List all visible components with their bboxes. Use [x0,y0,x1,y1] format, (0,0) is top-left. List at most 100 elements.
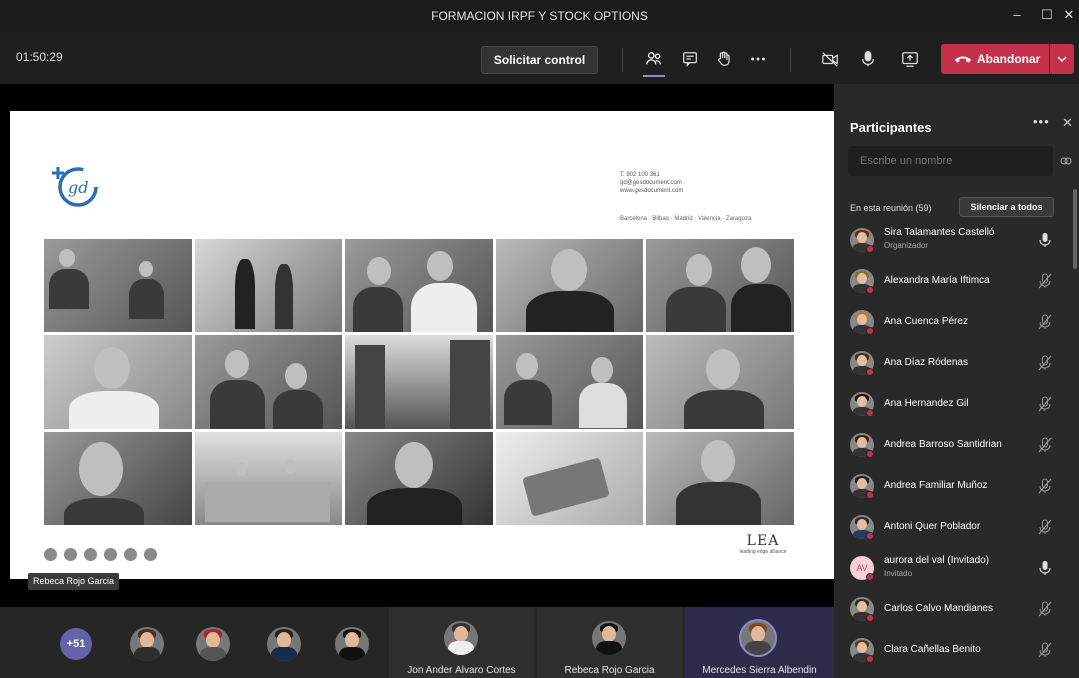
more-icon[interactable] [745,46,771,72]
office-photo [495,335,644,429]
active-tab-indicator [643,75,665,77]
avatar[interactable] [130,627,164,661]
avatar [739,619,777,657]
participant-name: Carlos Calvo Mandianes [884,603,993,614]
lea-logo: LEA leading edge alliance [728,533,798,569]
office-photo [495,431,644,525]
chevron-down-icon [1057,56,1067,62]
participant-search-input[interactable] [848,146,1053,176]
mic-muted-icon [1038,396,1052,412]
participant-row[interactable]: Antoni Quer Poblador [834,507,1079,548]
contact-phone: T. 902 100 361 [620,172,660,178]
participants-panel: Participantes ••• ✕ En esta reunión (59)… [834,84,1079,678]
mic-muted-icon [1038,601,1052,617]
participant-row[interactable]: Carlos Calvo Mandianes [834,589,1079,630]
shared-slide: gd T. 902 100 361 gd@gesdocument.com www… [10,111,834,579]
status-badge [866,286,874,294]
youtube-icon [144,548,157,561]
participant-strip: +51 Jon Ander Álvaro Cortes Rebeca Rojo … [0,607,834,678]
office-photo [646,239,794,333]
office-photo [345,431,493,525]
participant-tile[interactable]: Rebeca Rojo Garcia [537,607,682,678]
office-cities: Barcelona · Bilbao · Madrid · Valencia ·… [620,216,752,222]
participant-row[interactable]: Alexandra María Iftimca [834,261,1079,302]
participant-row[interactable]: Sira Talamantes Castelló Organizador [834,220,1079,261]
participant-row[interactable]: Andrea Familiar Muñoz [834,466,1079,507]
camera-off-icon[interactable] [817,46,843,72]
participant-row[interactable]: AV aurora del val (Invitado) Invitado [834,548,1079,589]
close-window-button[interactable]: ✕ [1060,4,1078,26]
panel-more-button[interactable]: ••• [1033,114,1050,129]
mute-all-button[interactable]: Silenciar a todos [959,197,1054,217]
leave-options-button[interactable] [1050,44,1074,74]
participant-name: Clara Cañellas Benito [884,644,981,655]
toolbar-divider [790,48,791,72]
participant-row[interactable]: Clara Cañellas Benito [834,630,1079,671]
window-title: FORMACION IRPF Y STOCK OPTIONS [431,9,648,23]
contact-email: gd@gesdocument.com [620,180,682,186]
mic-icon [1039,561,1051,575]
meeting-count-label[interactable]: En esta reunión (59) [850,203,932,213]
mic-muted-icon [1038,355,1052,371]
avatar [592,621,626,655]
participants-icon[interactable] [641,46,667,72]
participant-name: aurora del val (Invitado) [884,555,990,566]
mic-muted-icon [1038,642,1052,658]
mic-icon[interactable] [855,46,881,72]
status-badge [866,409,874,417]
mic-icon [1039,233,1051,247]
participant-row[interactable]: Ana Hernandez Gil [834,384,1079,425]
office-photo [345,239,493,333]
mic-muted-icon [1038,273,1052,289]
share-link-icon[interactable] [1060,155,1072,167]
minimize-button[interactable]: – [1004,4,1030,26]
mic-muted-icon [1038,478,1052,494]
chat-icon[interactable] [677,46,703,72]
office-photo [646,335,794,429]
hangup-icon [954,56,972,63]
participant-name: Andrea Barroso Santidrian [884,439,1002,450]
status-badge [866,450,874,458]
lea-tagline: leading edge alliance [739,549,787,555]
participant-name: Ana Cuenca Pérez [884,316,968,327]
maximize-button[interactable]: ☐ [1034,4,1060,26]
participant-row[interactable]: Ana Cuenca Pérez [834,302,1079,343]
googleplus-icon [104,548,117,561]
twitter-icon [64,548,77,561]
avatar[interactable] [196,627,230,661]
participant-name: Alexandra María Iftimca [884,275,990,286]
participant-row[interactable]: Ana Díaz Ródenas [834,343,1079,384]
tile-name: Jon Ander Álvaro Cortes [407,665,516,676]
title-bar: FORMACION IRPF Y STOCK OPTIONS – ☐ ✕ [0,0,1079,32]
status-badge [866,573,874,581]
participant-tile[interactable]: Mercedes Sierra Albendin [685,607,834,678]
office-photo [44,239,192,333]
request-control-button[interactable]: Solicitar control [481,46,598,74]
lea-mark: LEA [746,533,780,549]
avatar[interactable] [267,627,301,661]
participant-role: Organizador [884,241,929,250]
svg-text:gd: gd [68,178,88,197]
panel-close-button[interactable]: ✕ [1062,115,1073,131]
photo-grid [44,239,794,525]
office-photo [44,335,192,429]
tile-name: Rebeca Rojo Garcia [564,665,655,676]
status-badge [866,368,874,376]
social-links [44,548,157,561]
avatar [444,621,478,655]
status-badge [866,245,874,253]
company-logo: gd [52,167,98,207]
participant-tile[interactable]: Jon Ander Álvaro Cortes [389,607,534,678]
avatar[interactable] [335,627,369,661]
status-badge [866,532,874,540]
meeting-timer: 01:50:29 [16,50,63,64]
status-badge [866,327,874,335]
raise-hand-icon[interactable] [711,46,737,72]
more-participants-badge[interactable]: +51 [60,628,92,660]
status-badge [866,491,874,499]
shared-content-stage: gd T. 902 100 361 gd@gesdocument.com www… [0,84,834,607]
participant-name: Ana Hernandez Gil [884,398,969,409]
share-screen-icon[interactable] [897,46,923,72]
participant-row[interactable]: Andrea Barroso Santidrian [834,425,1079,466]
participant-role: Invitado [884,569,913,578]
